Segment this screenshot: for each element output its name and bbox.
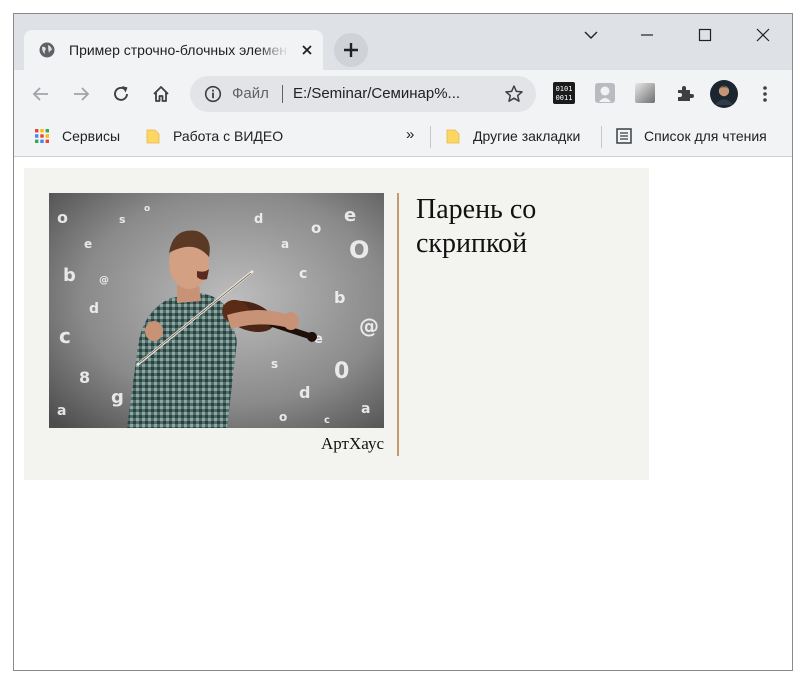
- tab-title: Пример строчно-блочных элементов: [69, 42, 289, 58]
- svg-text:b: b: [334, 288, 345, 307]
- violinist-photo: o e b d c 8 a g s o d a o e O c b @ e 0 …: [49, 193, 384, 428]
- url-text[interactable]: E:/Seminar/Семинар%...: [293, 85, 493, 102]
- svg-text:0: 0: [334, 359, 349, 384]
- new-tab-button[interactable]: [334, 33, 368, 67]
- back-arrow-icon[interactable]: [31, 84, 51, 104]
- tab-search-chevron-icon[interactable]: [580, 24, 602, 46]
- address-bar[interactable]: Файл E:/Seminar/Семинар%...: [190, 76, 536, 112]
- svg-text:e: e: [344, 205, 356, 226]
- puzzle-extensions-icon[interactable]: [675, 83, 695, 103]
- svg-text:o: o: [311, 219, 321, 237]
- svg-text:c: c: [324, 415, 330, 426]
- svg-text:s: s: [119, 213, 126, 226]
- svg-text:g: g: [111, 387, 124, 408]
- figure-caption: АртХаус: [321, 434, 384, 453]
- bookmark-label: Другие закладки: [473, 128, 581, 144]
- security-label: Файл: [232, 85, 269, 102]
- reading-list-icon: [616, 128, 632, 144]
- content-card: o e b d c 8 a g s o d a o e O c b @ e 0 …: [24, 168, 649, 480]
- overflow-chevron-icon: »: [406, 126, 415, 143]
- ghost-extension-icon[interactable]: [594, 82, 616, 104]
- close-icon[interactable]: [298, 41, 316, 59]
- bookmark-video-folder[interactable]: Работа с ВИДЕО: [145, 128, 283, 144]
- bookmark-label: Сервисы: [62, 128, 121, 144]
- minimize-icon[interactable]: [636, 24, 658, 46]
- forward-arrow-icon[interactable]: [71, 84, 91, 104]
- kebab-menu-icon[interactable]: [755, 84, 775, 104]
- maximize-icon[interactable]: [694, 24, 716, 46]
- svg-text:d: d: [89, 301, 99, 317]
- plus-icon: [344, 43, 358, 57]
- gradient-extension-icon[interactable]: [634, 82, 656, 104]
- svg-text:0011: 0011: [556, 94, 573, 102]
- tab-active[interactable]: Пример строчно-блочных элементов: [24, 30, 323, 70]
- svg-text:c: c: [59, 324, 71, 348]
- svg-text:8: 8: [79, 368, 90, 387]
- svg-text:d: d: [254, 212, 263, 227]
- window-close-icon[interactable]: [752, 24, 774, 46]
- bookmark-services[interactable]: Сервисы: [34, 128, 120, 144]
- bookmarks-divider: [601, 126, 602, 148]
- tab-strip: Пример строчно-блочных элементов: [14, 14, 792, 70]
- page-viewport: o e b d c 8 a g s o d a o e O c b @ e 0 …: [14, 157, 792, 670]
- folder-icon: [146, 129, 160, 144]
- svg-text:o: o: [144, 204, 150, 214]
- binary-extension-icon[interactable]: 0101 0011: [553, 82, 575, 104]
- accent-divider: [397, 193, 399, 456]
- bookmark-label: Работа с ВИДЕО: [173, 128, 284, 144]
- apps-grid-icon: [35, 129, 49, 143]
- bookmarks-divider: [430, 126, 431, 148]
- omnibox-divider: [282, 85, 283, 103]
- toolbar: Файл E:/Seminar/Семинар%... 0101 0011: [14, 70, 792, 118]
- svg-text:s: s: [271, 357, 278, 371]
- reading-list-button[interactable]: Список для чтения: [616, 128, 767, 144]
- globe-icon: [39, 42, 55, 58]
- svg-text:o: o: [57, 208, 68, 227]
- svg-text:a: a: [361, 401, 370, 417]
- svg-text:d: d: [299, 383, 310, 402]
- svg-text:O: O: [349, 236, 369, 264]
- bookmark-star-icon[interactable]: [504, 84, 524, 104]
- folder-icon: [446, 129, 460, 144]
- svg-text:o: o: [279, 410, 287, 424]
- svg-text:a: a: [281, 237, 289, 251]
- bookmark-other-folder[interactable]: Другие закладки: [445, 128, 580, 144]
- bookmark-label: Список для чтения: [644, 128, 767, 144]
- browser-window: Пример строчно-блочных элементов Файл E:…: [13, 13, 793, 671]
- bookmarks-bar: Сервисы Работа с ВИДЕО » Другие закладки…: [14, 118, 792, 157]
- svg-text:b: b: [63, 265, 76, 286]
- bookmarks-overflow-button[interactable]: »: [406, 126, 414, 143]
- svg-text:e: e: [84, 237, 92, 251]
- profile-avatar[interactable]: [710, 80, 738, 108]
- reload-icon[interactable]: [111, 84, 131, 104]
- card-heading: Парень со скрипкой: [416, 194, 537, 259]
- svg-text:@: @: [359, 314, 379, 338]
- svg-text:c: c: [299, 266, 307, 282]
- home-icon[interactable]: [151, 84, 171, 104]
- svg-text:0101: 0101: [556, 85, 573, 93]
- svg-text:@: @: [99, 275, 109, 286]
- info-icon[interactable]: [204, 85, 222, 103]
- svg-text:a: a: [57, 403, 66, 419]
